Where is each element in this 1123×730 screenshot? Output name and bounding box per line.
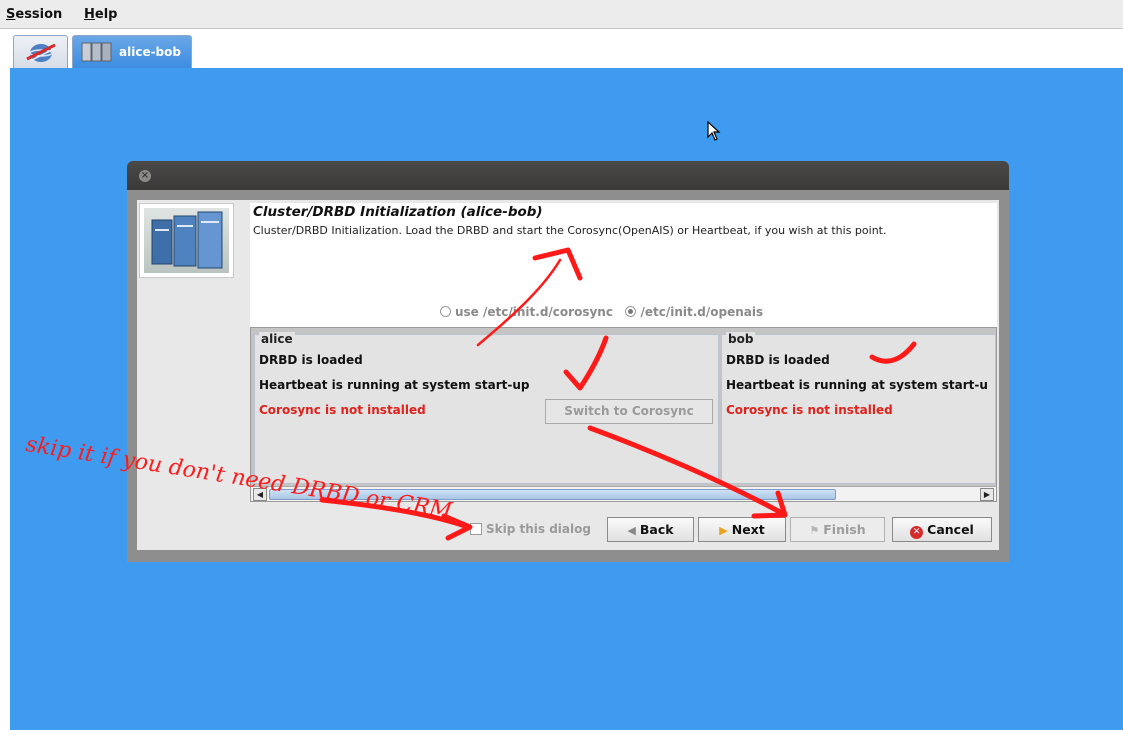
dialog-body: Cluster/DRBD Initialization (alice-bob) … bbox=[137, 200, 999, 550]
tab-strip: alice-bob bbox=[0, 30, 1123, 68]
next-arrow-icon: ▶ bbox=[719, 524, 728, 537]
cancel-icon: ✕ bbox=[910, 526, 924, 539]
heartbeat-status: Heartbeat is running at system start-u bbox=[726, 378, 988, 392]
dialog-title: Cluster/DRBD Initialization (alice-bob) bbox=[253, 204, 543, 220]
finish-button[interactable]: ⚑ Finish bbox=[790, 517, 885, 542]
tab-label: alice-bob bbox=[119, 45, 181, 59]
heartbeat-status: Heartbeat is running at system start-up bbox=[259, 378, 530, 392]
init-script-options: use /etc/init.d/corosync /etc/init.d/ope… bbox=[440, 305, 763, 319]
radio-selected-icon[interactable] bbox=[625, 306, 637, 317]
server-boxes-icon bbox=[151, 211, 223, 269]
checkbox-icon[interactable] bbox=[470, 523, 482, 535]
skip-dialog-checkbox[interactable]: Skip this dialog bbox=[470, 522, 591, 536]
tab-cluster-home[interactable] bbox=[13, 35, 68, 68]
cancel-button[interactable]: ✕ Cancel bbox=[892, 517, 992, 542]
radio-corosync[interactable]: use /etc/init.d/corosync bbox=[440, 305, 613, 319]
mouse-cursor-icon bbox=[707, 121, 721, 141]
switch-to-corosync-button[interactable]: Switch to Corosync bbox=[545, 399, 713, 424]
host-panel-alice: alice DRBD is loaded Heartbeat is runnin… bbox=[254, 332, 719, 484]
host-name: bob bbox=[726, 332, 756, 346]
drbd-status: DRBD is loaded bbox=[726, 353, 830, 367]
host-panel-bob: bob DRBD is loaded Heartbeat is running … bbox=[721, 332, 996, 484]
dialog-description: Cluster/DRBD Initialization. Load the DR… bbox=[253, 224, 887, 237]
menu-help[interactable]: Help bbox=[84, 7, 117, 22]
hosts-scroll-pane: alice DRBD is loaded Heartbeat is runnin… bbox=[250, 327, 997, 502]
host-name: alice bbox=[259, 332, 295, 346]
cluster-globe-icon bbox=[26, 43, 56, 62]
menu-bar: Session Help bbox=[0, 0, 1123, 29]
radio-icon[interactable] bbox=[440, 306, 451, 317]
close-icon[interactable]: × bbox=[139, 170, 151, 182]
back-arrow-icon: ◀ bbox=[627, 524, 636, 537]
corosync-status: Corosync is not installed bbox=[259, 403, 426, 417]
back-button[interactable]: ◀ Back bbox=[607, 517, 694, 542]
finish-flag-icon: ⚑ bbox=[809, 524, 820, 537]
drbd-logo bbox=[139, 203, 234, 278]
radio-openais[interactable]: /etc/init.d/openais bbox=[625, 305, 763, 319]
dialog-header: Cluster/DRBD Initialization (alice-bob) … bbox=[250, 203, 997, 327]
scroll-right-arrow-icon[interactable]: ▶ bbox=[980, 488, 994, 501]
menu-session[interactable]: Session bbox=[6, 7, 62, 22]
next-button[interactable]: ▶ Next bbox=[698, 517, 786, 542]
dialog-titlebar[interactable]: × bbox=[127, 161, 1009, 190]
corosync-status: Corosync is not installed bbox=[726, 403, 893, 417]
tab-alice-bob[interactable]: alice-bob bbox=[72, 35, 192, 68]
drbd-status: DRBD is loaded bbox=[259, 353, 363, 367]
host-servers-icon bbox=[81, 42, 112, 62]
init-dialog: × Cluster/DRBD Initialization (alice-bob… bbox=[127, 161, 1009, 562]
